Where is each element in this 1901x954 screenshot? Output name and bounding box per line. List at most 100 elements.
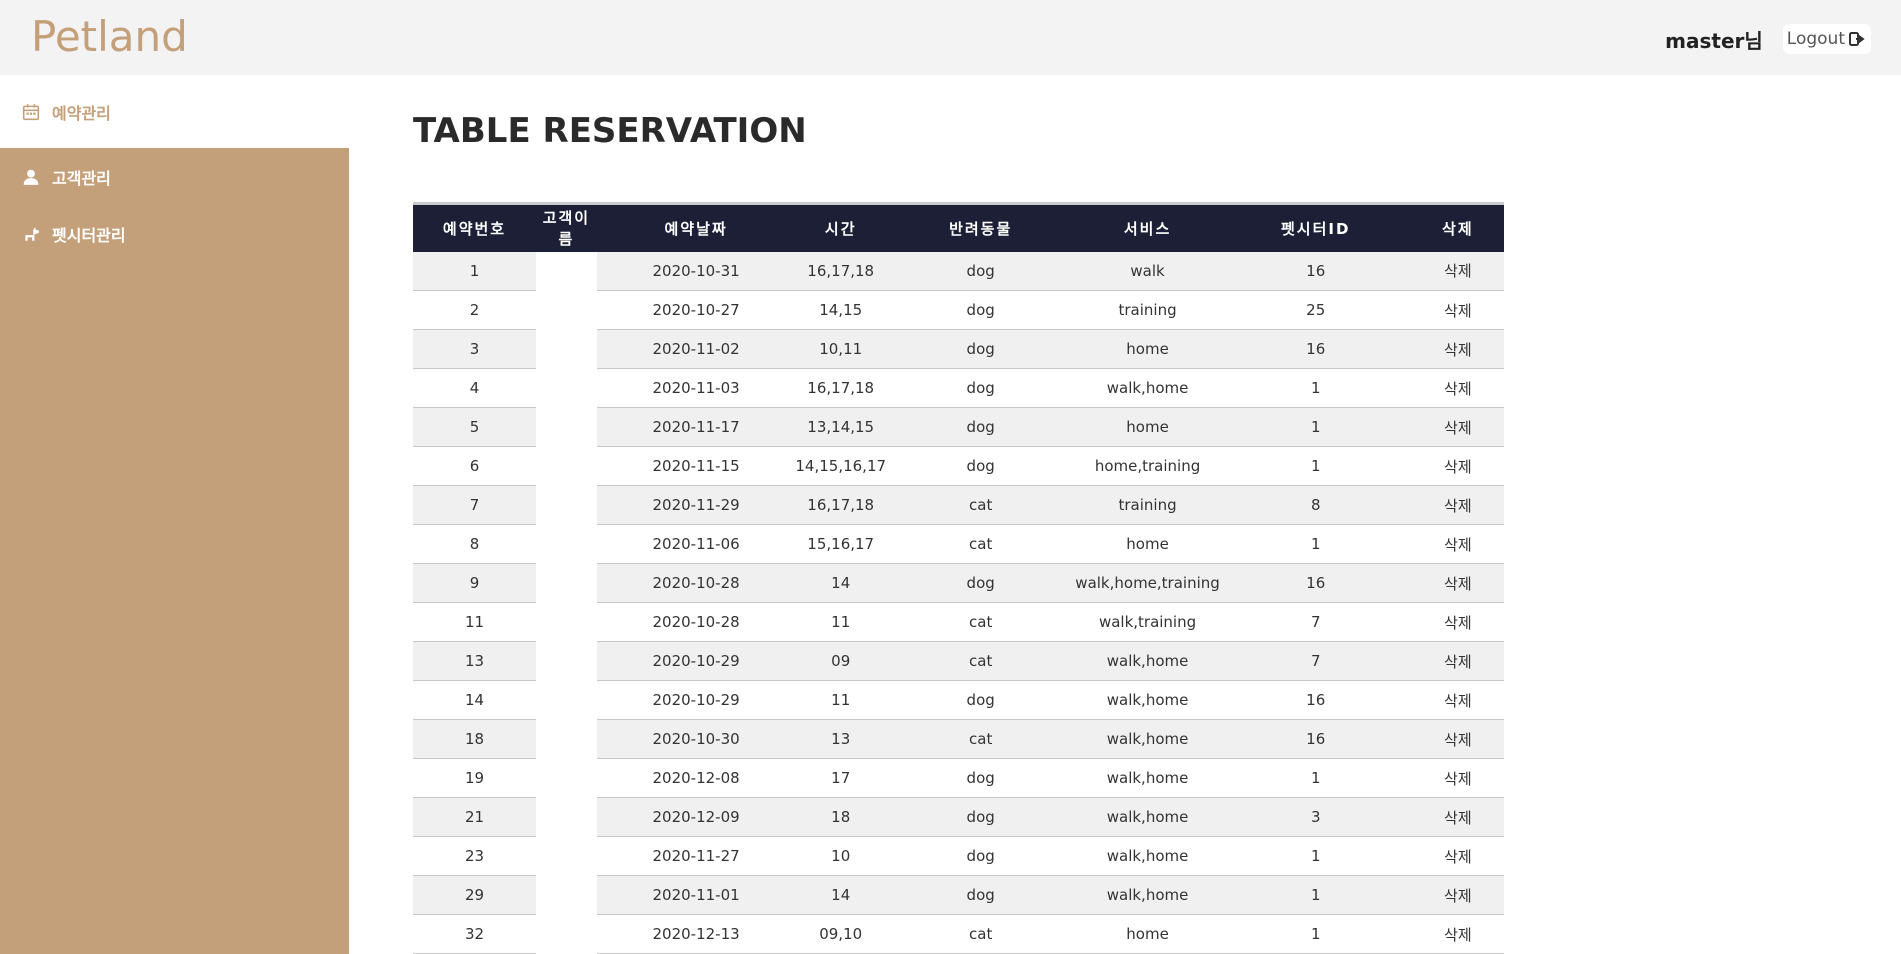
table-row[interactable]: 5 2020-11-17 13,14,15 dog home 1 삭제 (413, 407, 1504, 447)
table-row[interactable]: 3 2020-11-02 10,11 dog home 16 삭제 (413, 329, 1504, 369)
date-cell: 2020-10-29 (596, 680, 796, 720)
delete-button[interactable]: 삭제 (1411, 602, 1504, 642)
time-cell: 16,17,18 (795, 368, 887, 408)
table-row[interactable]: 11 2020-10-28 11 cat walk,training 7 삭제 (413, 602, 1504, 642)
column-header[interactable]: 펫시터ID (1220, 204, 1412, 252)
table-row[interactable]: 18 2020-10-30 13 cat walk,home 16 삭제 (413, 719, 1504, 759)
sidebar-item-reservations[interactable]: 예약관리 (0, 75, 349, 148)
delete-button[interactable]: 삭제 (1411, 719, 1504, 759)
reservation-id-cell: 13 (413, 641, 536, 681)
delete-button[interactable]: 삭제 (1411, 797, 1504, 837)
pet-cell: cat (886, 524, 1076, 564)
time-cell: 13,14,15 (795, 407, 887, 447)
sidebar: 예약관리 고객관리 펫시터관리 (0, 75, 349, 954)
time-cell: 17 (795, 758, 887, 798)
delete-button[interactable]: 삭제 (1411, 563, 1504, 603)
petsitter-id-cell: 1 (1219, 446, 1412, 486)
table-row[interactable]: 23 2020-11-27 10 dog walk,home 1 삭제 (413, 836, 1504, 876)
table-row[interactable]: 2 2020-10-27 14,15 dog training 25 삭제 (413, 290, 1504, 330)
table-row[interactable]: 32 2020-12-13 09,10 cat home 1 삭제 (413, 914, 1504, 954)
table-row[interactable]: 13 2020-10-29 09 cat walk,home 7 삭제 (413, 641, 1504, 681)
pet-cell: dog (886, 251, 1076, 291)
delete-button[interactable]: 삭제 (1411, 758, 1504, 798)
table-row[interactable]: 14 2020-10-29 11 dog walk,home 16 삭제 (413, 680, 1504, 720)
date-cell: 2020-12-13 (596, 914, 796, 954)
petsitter-id-cell: 25 (1219, 290, 1412, 330)
sidebar-item-customers[interactable]: 고객관리 (0, 148, 349, 205)
petsitter-id-cell: 8 (1219, 485, 1412, 525)
customer-name-cell (536, 875, 597, 915)
petsitter-id-cell: 16 (1219, 563, 1412, 603)
column-header[interactable]: 서비스 (1075, 204, 1220, 252)
customer-name-cell (536, 251, 597, 291)
service-cell: walk,training (1075, 602, 1220, 642)
sidebar-item-petsitters[interactable]: 펫시터관리 (0, 205, 349, 262)
username-label: master님 (1665, 28, 1763, 53)
delete-button[interactable]: 삭제 (1411, 524, 1504, 564)
delete-button[interactable]: 삭제 (1411, 329, 1504, 369)
reservation-id-cell: 9 (413, 563, 536, 603)
date-cell: 2020-10-28 (596, 563, 796, 603)
delete-button[interactable]: 삭제 (1411, 875, 1504, 915)
column-header[interactable]: 고객이름 (536, 204, 597, 252)
user-icon (23, 169, 39, 185)
service-cell: home (1075, 524, 1220, 564)
date-cell: 2020-12-09 (596, 797, 796, 837)
reservation-id-cell: 6 (413, 446, 536, 486)
customer-name-cell (536, 641, 597, 681)
column-header[interactable]: 시간 (795, 204, 886, 252)
customer-name-cell (536, 914, 597, 954)
service-cell: home (1075, 914, 1220, 954)
service-cell: walk,home (1075, 836, 1220, 876)
customer-name-cell (536, 485, 597, 525)
petsitter-id-cell: 16 (1219, 719, 1412, 759)
petsitter-id-cell: 1 (1219, 758, 1412, 798)
table-row[interactable]: 9 2020-10-28 14 dog walk,home,training 16 삭제 (413, 563, 1504, 603)
delete-button[interactable]: 삭제 (1411, 368, 1504, 408)
column-header[interactable]: 삭제 (1412, 204, 1504, 252)
pet-cell: cat (886, 914, 1076, 954)
table-row[interactable]: 6 2020-11-15 14,15,16,17 dog home,training 1 삭… (413, 446, 1504, 486)
date-cell: 2020-10-27 (596, 290, 796, 330)
date-cell: 2020-11-01 (596, 875, 796, 915)
table-row[interactable]: 29 2020-11-01 14 dog walk,home 1 삭제 (413, 875, 1504, 915)
delete-button[interactable]: 삭제 (1411, 446, 1504, 486)
delete-button[interactable]: 삭제 (1411, 290, 1504, 330)
column-header[interactable]: 반려동물 (886, 204, 1075, 252)
pet-cell: dog (886, 875, 1076, 915)
reservation-id-cell: 14 (413, 680, 536, 720)
service-cell: walk,home (1075, 797, 1220, 837)
time-cell: 11 (795, 602, 887, 642)
delete-button[interactable]: 삭제 (1411, 485, 1504, 525)
table-row[interactable]: 21 2020-12-09 18 dog walk,home 3 삭제 (413, 797, 1504, 837)
service-cell: walk,home (1075, 719, 1220, 759)
time-cell: 15,16,17 (795, 524, 887, 564)
petsitter-id-cell: 3 (1219, 797, 1412, 837)
logout-icon (1849, 32, 1865, 46)
table-row[interactable]: 8 2020-11-06 15,16,17 cat home 1 삭제 (413, 524, 1504, 564)
delete-button[interactable]: 삭제 (1411, 680, 1504, 720)
petsitter-id-cell: 1 (1219, 914, 1412, 954)
table-row[interactable]: 7 2020-11-29 16,17,18 cat training 8 삭제 (413, 485, 1504, 525)
table-row[interactable]: 1 2020-10-31 16,17,18 dog walk 16 삭제 (413, 251, 1504, 291)
petsitter-id-cell: 1 (1219, 368, 1412, 408)
app-logo[interactable]: Petland (31, 12, 188, 61)
time-cell: 14,15 (795, 290, 887, 330)
delete-button[interactable]: 삭제 (1411, 836, 1504, 876)
delete-button[interactable]: 삭제 (1411, 641, 1504, 681)
pet-cell: cat (886, 719, 1076, 759)
column-header[interactable]: 예약날짜 (597, 204, 796, 252)
delete-button[interactable]: 삭제 (1411, 407, 1504, 447)
table-row[interactable]: 19 2020-12-08 17 dog walk,home 1 삭제 (413, 758, 1504, 798)
delete-button[interactable]: 삭제 (1411, 914, 1504, 954)
delete-button[interactable]: 삭제 (1411, 251, 1504, 291)
petsitter-id-cell: 1 (1219, 524, 1412, 564)
customer-name-cell (536, 368, 597, 408)
time-cell: 14,15,16,17 (795, 446, 887, 486)
reservation-id-cell: 4 (413, 368, 536, 408)
service-cell: walk,home (1075, 758, 1220, 798)
logout-button[interactable]: Logout (1782, 24, 1871, 54)
reservation-id-cell: 19 (413, 758, 536, 798)
column-header[interactable]: 예약번호 (413, 204, 536, 252)
table-row[interactable]: 4 2020-11-03 16,17,18 dog walk,home 1 삭제 (413, 368, 1504, 408)
